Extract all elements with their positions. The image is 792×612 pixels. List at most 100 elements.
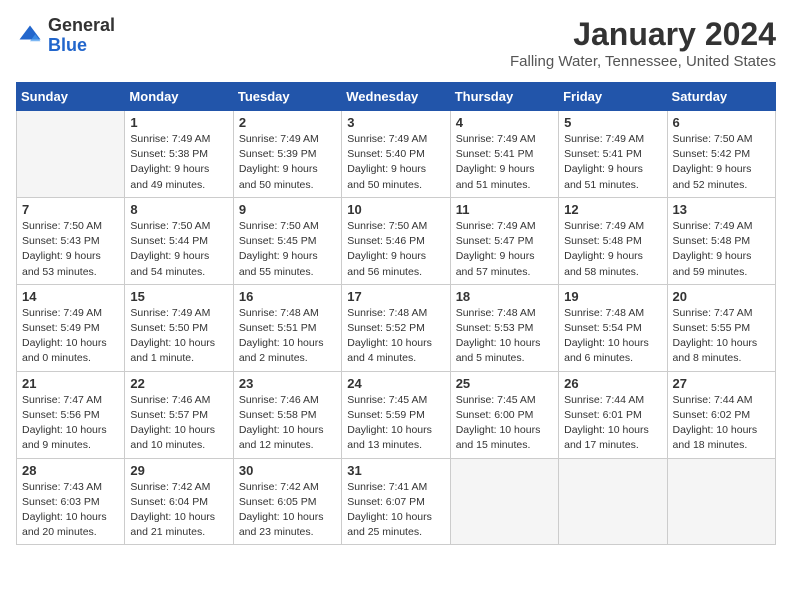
weekday-header-monday: Monday	[125, 83, 233, 111]
location: Falling Water, Tennessee, United States	[510, 53, 776, 70]
week-row-4: 21Sunrise: 7:47 AM Sunset: 5:56 PM Dayli…	[17, 371, 776, 458]
calendar-cell: 2Sunrise: 7:49 AM Sunset: 5:39 PM Daylig…	[233, 111, 341, 198]
week-row-2: 7Sunrise: 7:50 AM Sunset: 5:43 PM Daylig…	[17, 197, 776, 284]
day-info: Sunrise: 7:50 AM Sunset: 5:45 PM Dayligh…	[239, 219, 336, 280]
week-row-3: 14 Sunrise: 7:49 AM Sunset: 5:49 PM Dayli…	[17, 284, 776, 371]
day-info: Sunrise: 7:49 AM Sunset: 5:38 PM Dayligh…	[130, 132, 227, 193]
day-number: 31	[347, 463, 444, 478]
weekday-header-tuesday: Tuesday	[233, 83, 341, 111]
day-number: 8	[130, 202, 227, 217]
day-number: 5	[564, 115, 661, 130]
logo-general: General	[48, 15, 115, 35]
day-info: Sunrise: 7:42 AM Sunset: 6:05 PM Dayligh…	[239, 480, 336, 541]
calendar-cell: 6Sunrise: 7:50 AM Sunset: 5:42 PM Daylig…	[667, 111, 775, 198]
day-number: 27	[673, 376, 770, 391]
day-info: Sunrise: 7:48 AM Sunset: 5:53 PM Dayligh…	[456, 306, 553, 367]
day-number: 19	[564, 289, 661, 304]
day-number: 10	[347, 202, 444, 217]
calendar-cell: 31 Sunrise: 7:41 AM Sunset: 6:07 PM Dayli…	[342, 458, 450, 545]
calendar-cell: 24Sunrise: 7:45 AM Sunset: 5:59 PM Dayli…	[342, 371, 450, 458]
calendar-cell: 13Sunrise: 7:49 AM Sunset: 5:48 PM Dayli…	[667, 197, 775, 284]
weekday-header-sunday: Sunday	[17, 83, 125, 111]
calendar-cell: 27 Sunrise: 7:44 AM Sunset: 6:02 PM Dayli…	[667, 371, 775, 458]
calendar-cell: 18 Sunrise: 7:48 AM Sunset: 5:53 PM Dayli…	[450, 284, 558, 371]
calendar-cell: 15 Sunrise: 7:49 AM Sunset: 5:50 PM Dayli…	[125, 284, 233, 371]
day-info: Sunrise: 7:49 AM Sunset: 5:41 PM Dayligh…	[564, 132, 661, 193]
day-number: 14	[22, 289, 119, 304]
day-number: 12	[564, 202, 661, 217]
day-info: Sunrise: 7:48 AM Sunset: 5:51 PM Dayligh…	[239, 306, 336, 367]
calendar-cell	[17, 111, 125, 198]
calendar-cell: 22 Sunrise: 7:46 AM Sunset: 5:57 PM Dayli…	[125, 371, 233, 458]
day-info: Sunrise: 7:46 AM Sunset: 5:58 PM Dayligh…	[239, 393, 336, 454]
calendar-cell: 1 Sunrise: 7:49 AM Sunset: 5:38 PM Daylig…	[125, 111, 233, 198]
day-info: Sunrise: 7:47 AM Sunset: 5:55 PM Dayligh…	[673, 306, 770, 367]
day-number: 4	[456, 115, 553, 130]
logo-blue: Blue	[48, 35, 87, 55]
calendar-cell: 5 Sunrise: 7:49 AM Sunset: 5:41 PM Daylig…	[559, 111, 667, 198]
day-info: Sunrise: 7:47 AM Sunset: 5:56 PM Dayligh…	[22, 393, 119, 454]
calendar-cell: 29Sunrise: 7:42 AM Sunset: 6:04 PM Dayli…	[125, 458, 233, 545]
day-number: 18	[456, 289, 553, 304]
day-number: 20	[673, 289, 770, 304]
day-number: 11	[456, 202, 553, 217]
day-info: Sunrise: 7:42 AM Sunset: 6:04 PM Dayligh…	[130, 480, 227, 541]
weekday-header-wednesday: Wednesday	[342, 83, 450, 111]
day-info: Sunrise: 7:41 AM Sunset: 6:07 PM Dayligh…	[347, 480, 444, 541]
logo-text: General Blue	[48, 16, 115, 56]
logo-icon	[16, 22, 44, 50]
day-number: 1	[130, 115, 227, 130]
logo: General Blue	[16, 16, 115, 56]
day-number: 25	[456, 376, 553, 391]
day-number: 30	[239, 463, 336, 478]
calendar-cell	[450, 458, 558, 545]
calendar-cell: 17Sunrise: 7:48 AM Sunset: 5:52 PM Dayli…	[342, 284, 450, 371]
calendar-cell: 21Sunrise: 7:47 AM Sunset: 5:56 PM Dayli…	[17, 371, 125, 458]
day-info: Sunrise: 7:49 AM Sunset: 5:48 PM Dayligh…	[673, 219, 770, 280]
calendar-cell: 4Sunrise: 7:49 AM Sunset: 5:41 PM Daylig…	[450, 111, 558, 198]
calendar-cell: 19 Sunrise: 7:48 AM Sunset: 5:54 PM Dayli…	[559, 284, 667, 371]
calendar-cell	[667, 458, 775, 545]
calendar-cell: 14 Sunrise: 7:49 AM Sunset: 5:49 PM Dayli…	[17, 284, 125, 371]
day-number: 22	[130, 376, 227, 391]
title-block: January 2024 Falling Water, Tennessee, U…	[510, 16, 776, 70]
weekday-header-thursday: Thursday	[450, 83, 558, 111]
month-title: January 2024	[510, 16, 776, 53]
calendar-cell	[559, 458, 667, 545]
calendar-cell: 3 Sunrise: 7:49 AM Sunset: 5:40 PM Daylig…	[342, 111, 450, 198]
day-info: Sunrise: 7:44 AM Sunset: 6:02 PM Dayligh…	[673, 393, 770, 454]
day-info: Sunrise: 7:49 AM Sunset: 5:49 PM Dayligh…	[22, 306, 119, 367]
day-info: Sunrise: 7:49 AM Sunset: 5:47 PM Dayligh…	[456, 219, 553, 280]
day-info: Sunrise: 7:44 AM Sunset: 6:01 PM Dayligh…	[564, 393, 661, 454]
calendar-cell: 11 Sunrise: 7:49 AM Sunset: 5:47 PM Dayli…	[450, 197, 558, 284]
calendar-cell: 28 Sunrise: 7:43 AM Sunset: 6:03 PM Dayli…	[17, 458, 125, 545]
day-info: Sunrise: 7:50 AM Sunset: 5:46 PM Dayligh…	[347, 219, 444, 280]
day-number: 2	[239, 115, 336, 130]
day-info: Sunrise: 7:43 AM Sunset: 6:03 PM Dayligh…	[22, 480, 119, 541]
day-info: Sunrise: 7:45 AM Sunset: 6:00 PM Dayligh…	[456, 393, 553, 454]
calendar-cell: 25 Sunrise: 7:45 AM Sunset: 6:00 PM Dayli…	[450, 371, 558, 458]
week-row-5: 28 Sunrise: 7:43 AM Sunset: 6:03 PM Dayli…	[17, 458, 776, 545]
calendar-cell: 12Sunrise: 7:49 AM Sunset: 5:48 PM Dayli…	[559, 197, 667, 284]
day-number: 7	[22, 202, 119, 217]
day-number: 3	[347, 115, 444, 130]
day-info: Sunrise: 7:49 AM Sunset: 5:40 PM Dayligh…	[347, 132, 444, 193]
weekday-header-row: SundayMondayTuesdayWednesdayThursdayFrid…	[17, 83, 776, 111]
calendar-cell: 26 Sunrise: 7:44 AM Sunset: 6:01 PM Dayli…	[559, 371, 667, 458]
calendar-cell: 20 Sunrise: 7:47 AM Sunset: 5:55 PM Dayli…	[667, 284, 775, 371]
day-info: Sunrise: 7:48 AM Sunset: 5:54 PM Dayligh…	[564, 306, 661, 367]
calendar-cell: 23Sunrise: 7:46 AM Sunset: 5:58 PM Dayli…	[233, 371, 341, 458]
day-number: 26	[564, 376, 661, 391]
day-number: 15	[130, 289, 227, 304]
day-info: Sunrise: 7:49 AM Sunset: 5:50 PM Dayligh…	[130, 306, 227, 367]
calendar-cell: 9Sunrise: 7:50 AM Sunset: 5:45 PM Daylig…	[233, 197, 341, 284]
day-number: 17	[347, 289, 444, 304]
weekday-header-saturday: Saturday	[667, 83, 775, 111]
calendar-cell: 16 Sunrise: 7:48 AM Sunset: 5:51 PM Dayli…	[233, 284, 341, 371]
week-row-1: 1 Sunrise: 7:49 AM Sunset: 5:38 PM Daylig…	[17, 111, 776, 198]
day-info: Sunrise: 7:46 AM Sunset: 5:57 PM Dayligh…	[130, 393, 227, 454]
day-number: 28	[22, 463, 119, 478]
page-header: General Blue January 2024 Falling Water,…	[16, 16, 776, 70]
day-number: 16	[239, 289, 336, 304]
calendar-table: SundayMondayTuesdayWednesdayThursdayFrid…	[16, 82, 776, 545]
